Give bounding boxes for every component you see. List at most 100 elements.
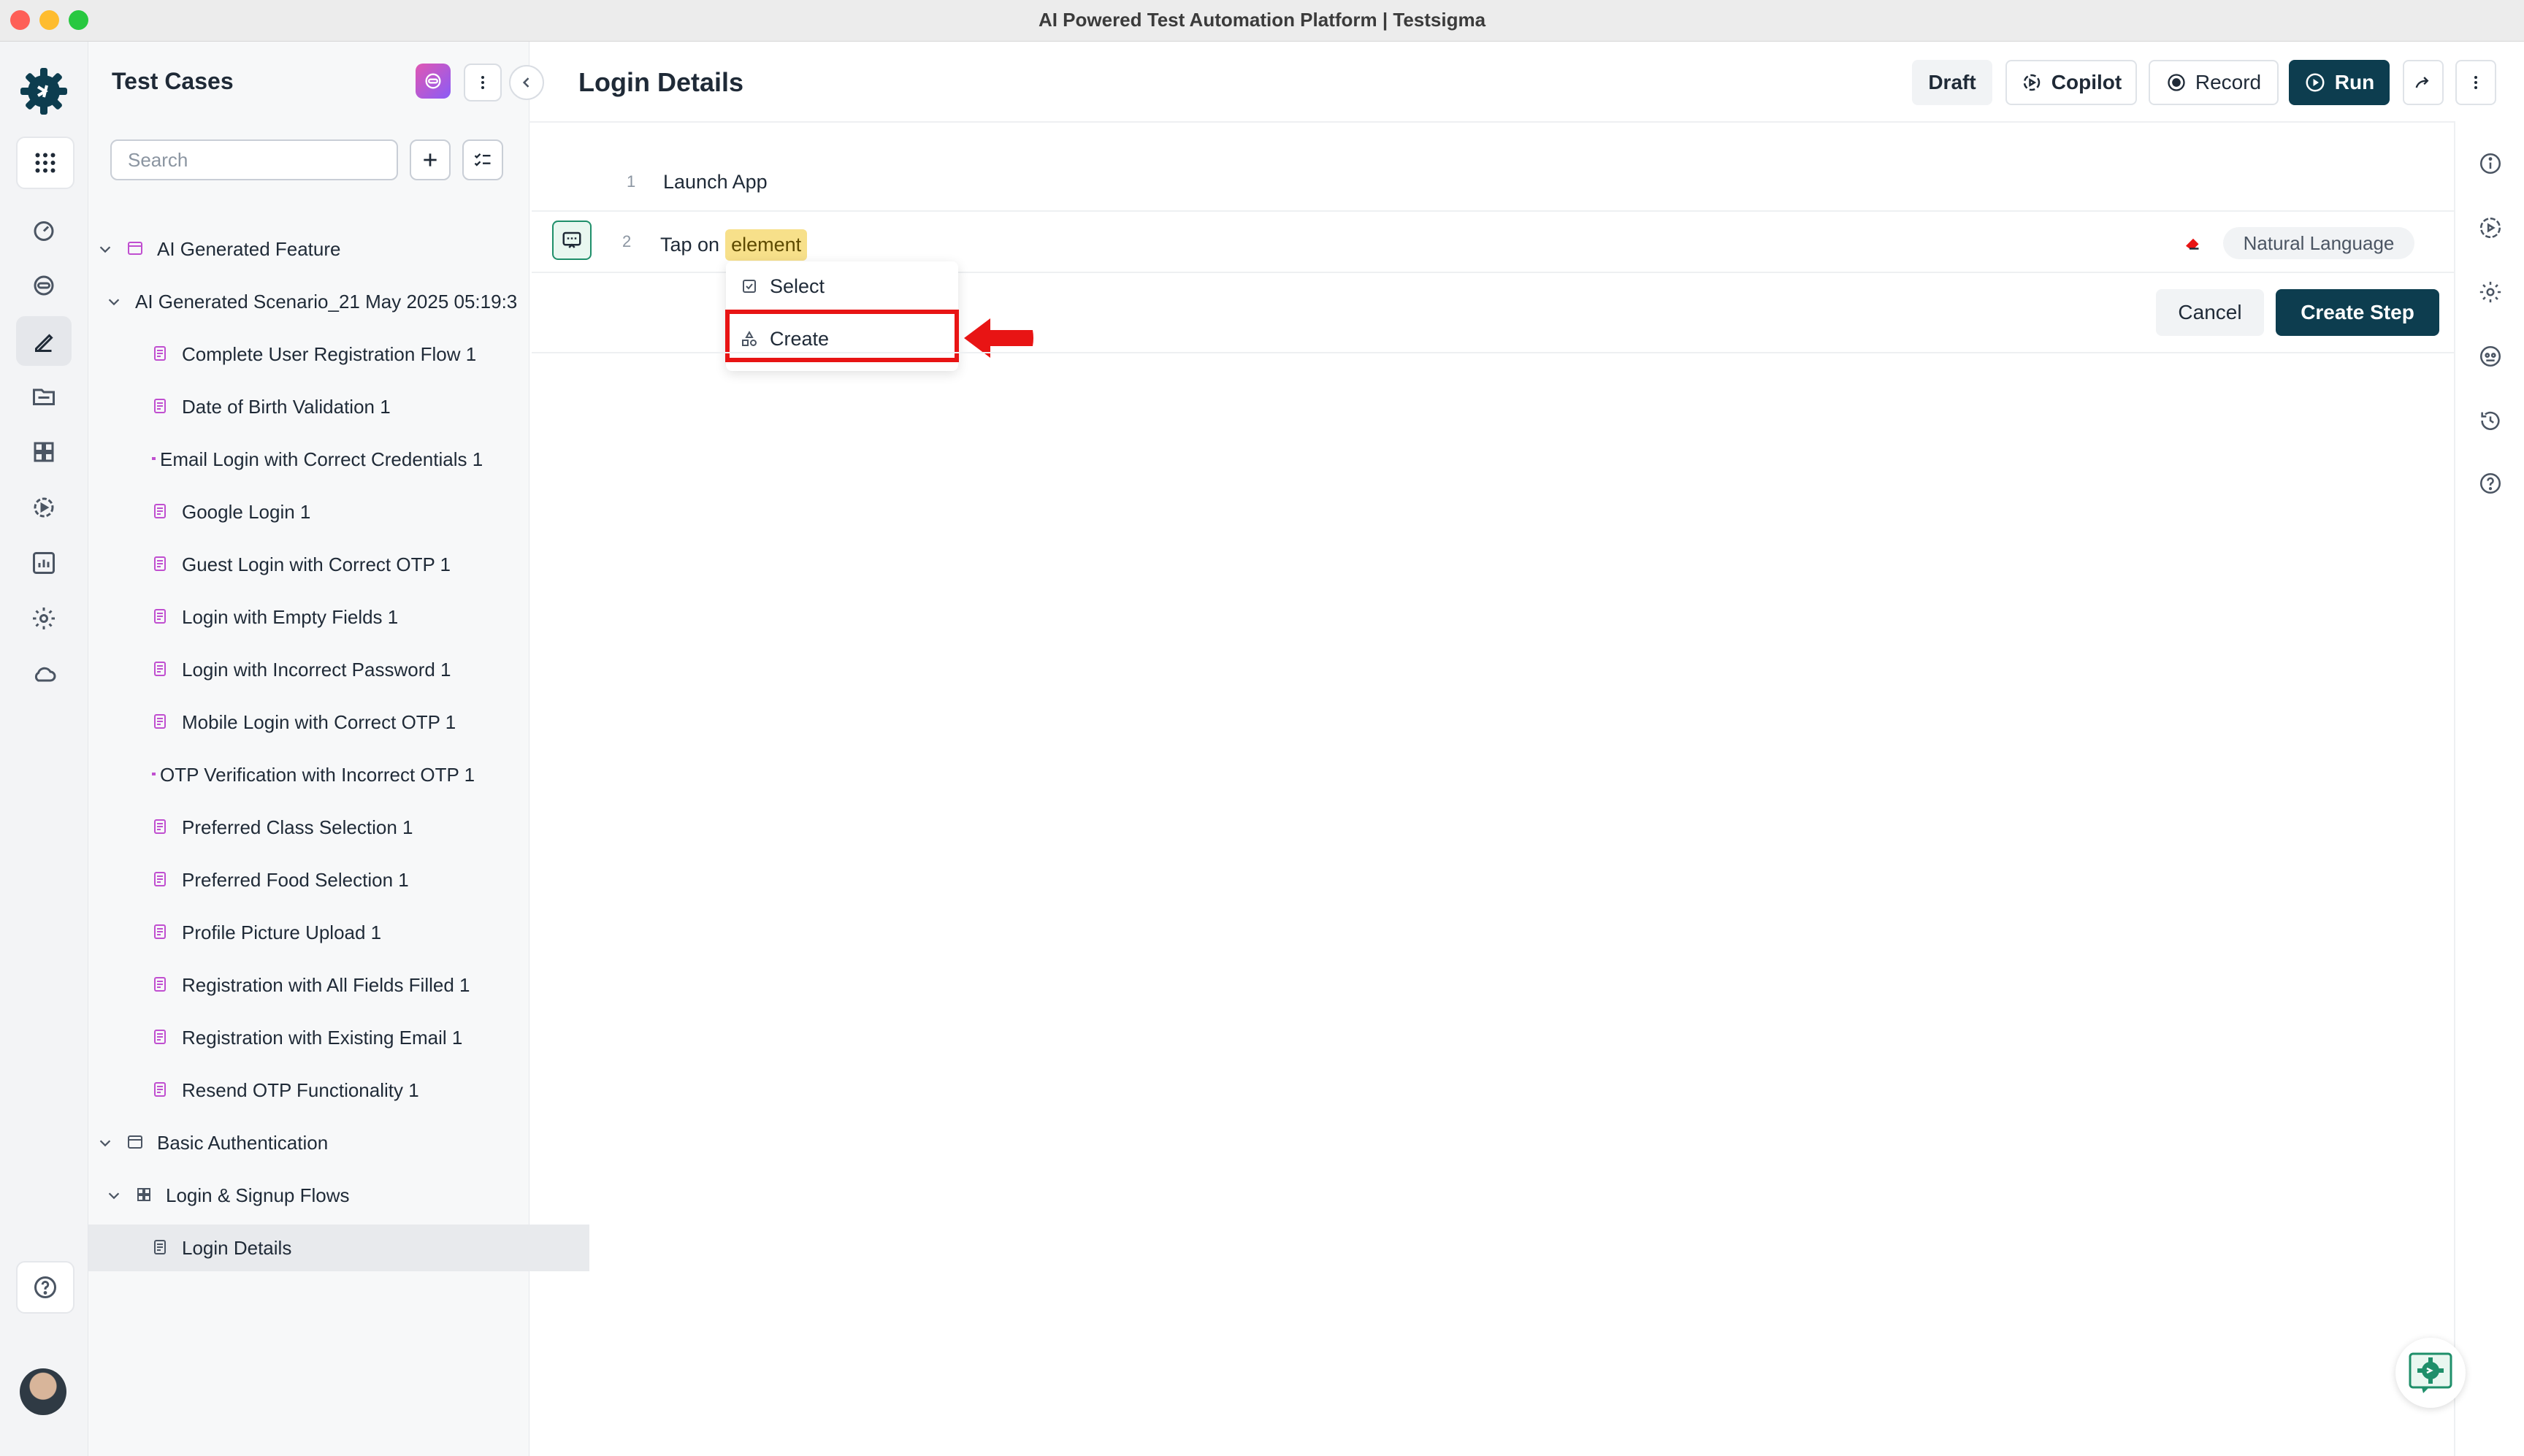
info-icon (2479, 153, 2501, 175)
nav-test-data[interactable] (16, 372, 72, 421)
tree-item-test-case[interactable]: Resend OTP Functionality 1 (88, 1067, 589, 1114)
select-option-label: Select (770, 275, 825, 297)
cloud-icon (34, 667, 56, 682)
settings-button[interactable] (2476, 277, 2505, 307)
copilot-button[interactable]: Copilot (2005, 60, 2137, 105)
element-placeholder-chip[interactable]: element (725, 229, 808, 261)
test-case-icon (151, 1081, 170, 1100)
tree-item-test-case-selected[interactable]: Login Details (88, 1225, 589, 1271)
tree-item-feature[interactable]: Basic Authentication (88, 1119, 535, 1166)
test-case-icon (151, 870, 170, 889)
test-case-icon (151, 976, 170, 995)
apps-grid-button[interactable] (16, 137, 74, 189)
create-step-button[interactable]: Create Step (2276, 289, 2439, 336)
tree-item-test-case[interactable]: Email Login with Correct Credentials 1 (88, 436, 589, 483)
ai-bot-icon (425, 73, 441, 89)
tree-item-label: Date of Birth Validation 1 (182, 395, 391, 418)
record-button[interactable]: Record (2149, 60, 2279, 105)
tree-item-test-case[interactable]: Login with Empty Fields 1 (88, 594, 589, 640)
chevron-down-icon[interactable] (97, 241, 113, 257)
tree-item-test-case[interactable]: Registration with Existing Email 1 (88, 1014, 589, 1061)
sidebar-more-button[interactable] (464, 64, 502, 101)
run-button[interactable]: Run (2289, 60, 2390, 105)
tree-item-feature[interactable]: AI Generated Feature (88, 226, 535, 272)
nav-test-cases[interactable] (16, 316, 72, 366)
tree-item-test-case[interactable]: Preferred Food Selection 1 (88, 857, 589, 903)
share-button[interactable] (2403, 60, 2444, 105)
eraser-icon[interactable] (2182, 232, 2204, 254)
ai-agent-button[interactable] (2476, 342, 2505, 371)
select-element-option[interactable]: Select (741, 270, 825, 302)
step-text[interactable]: Launch App (663, 171, 768, 194)
tree-item-label: Complete User Registration Flow 1 (182, 342, 477, 365)
tree-item-label: Mobile Login with Correct OTP 1 (182, 710, 456, 733)
testsigma-logo-icon[interactable] (18, 65, 70, 118)
scenario-blocks-icon (135, 1186, 154, 1205)
apps-grid-icon (35, 153, 56, 173)
tree-item-test-case[interactable]: Login with Incorrect Password 1 (88, 646, 589, 693)
folder-icon (33, 388, 55, 405)
feature-icon (126, 1133, 145, 1152)
test-runs-button[interactable] (2476, 213, 2505, 242)
tree-item-test-case[interactable]: Date of Birth Validation 1 (88, 383, 589, 430)
chevron-down-icon[interactable] (106, 1187, 122, 1203)
collapse-sidebar-button[interactable] (509, 65, 544, 100)
tree-item-scenario[interactable]: Login & Signup Flows (88, 1172, 544, 1219)
tree-item-test-case[interactable]: Mobile Login with Correct OTP 1 (88, 699, 589, 746)
tree-item-test-case[interactable]: Profile Picture Upload 1 (88, 909, 589, 956)
more-options-button[interactable] (2455, 60, 2496, 105)
ai-agent-icon (34, 275, 54, 296)
checkbox-icon (743, 280, 756, 293)
test-case-icon (151, 765, 157, 784)
nav-settings[interactable] (16, 594, 72, 643)
chevron-down-icon[interactable] (97, 1135, 113, 1151)
tree-item-test-case[interactable]: Google Login 1 (88, 488, 589, 535)
tree-item-test-case[interactable]: Guest Login with Correct OTP 1 (88, 541, 589, 588)
info-button[interactable] (2476, 149, 2505, 178)
nav-dashboard[interactable] (16, 205, 72, 255)
nav-reports[interactable] (16, 538, 72, 588)
kebab-icon (2474, 76, 2477, 89)
ai-assistant-button[interactable] (416, 64, 451, 99)
tree-item-test-case[interactable]: Preferred Class Selection 1 (88, 804, 589, 851)
dashboard-gauge-icon (34, 221, 54, 241)
copilot-icon (2023, 74, 2041, 91)
bar-chart-icon (33, 552, 55, 574)
feature-icon (126, 240, 145, 258)
tree-item-label: Login with Incorrect Password 1 (182, 658, 451, 681)
test-case-icon (151, 502, 170, 521)
draft-status-button[interactable]: Draft (1912, 60, 1992, 105)
page-title: Login Details (578, 67, 744, 97)
tree-item-scenario[interactable]: AI Generated Scenario_21 May 2025 05:19:… (88, 278, 544, 325)
search-input[interactable] (110, 139, 398, 180)
add-test-case-button[interactable] (410, 139, 451, 180)
user-avatar[interactable] (20, 1368, 66, 1415)
testsigma-bot-icon (2409, 1352, 2452, 1393)
nav-elements[interactable] (16, 427, 72, 477)
help-button[interactable] (2476, 469, 2505, 498)
record-label: Record (2195, 71, 2262, 93)
play-circle-icon (2479, 217, 2501, 239)
tree-item-label: Guest Login with Correct OTP 1 (182, 553, 451, 575)
play-circle-icon (34, 497, 54, 518)
tree-item-test-case[interactable]: Complete User Registration Flow 1 (88, 331, 589, 378)
assistant-chat-button[interactable] (2395, 1338, 2466, 1408)
tree-item-test-case[interactable]: Registration with All Fields Filled 1 (88, 962, 589, 1008)
record-icon (2168, 74, 2185, 91)
step-type-button[interactable] (552, 221, 592, 260)
nav-ai-agents[interactable] (16, 261, 72, 310)
tree-item-test-case[interactable]: OTP Verification with Incorrect OTP 1 (88, 751, 589, 798)
help-icon (34, 1276, 56, 1298)
nav-uploads[interactable] (16, 649, 72, 699)
step-mode-badge[interactable]: Natural Language (2223, 227, 2414, 259)
bulk-select-button[interactable] (462, 139, 503, 180)
test-case-icon (151, 450, 157, 469)
chevron-down-icon[interactable] (106, 294, 122, 310)
cancel-button[interactable]: Cancel (2156, 289, 2264, 336)
step-editor[interactable]: Tap on element (660, 229, 808, 261)
window-titlebar: AI Powered Test Automation Platform | Te… (0, 0, 2524, 42)
nav-runs[interactable] (16, 483, 72, 532)
help-button[interactable] (16, 1261, 74, 1314)
history-button[interactable] (2476, 406, 2505, 435)
kebab-icon (481, 76, 484, 89)
